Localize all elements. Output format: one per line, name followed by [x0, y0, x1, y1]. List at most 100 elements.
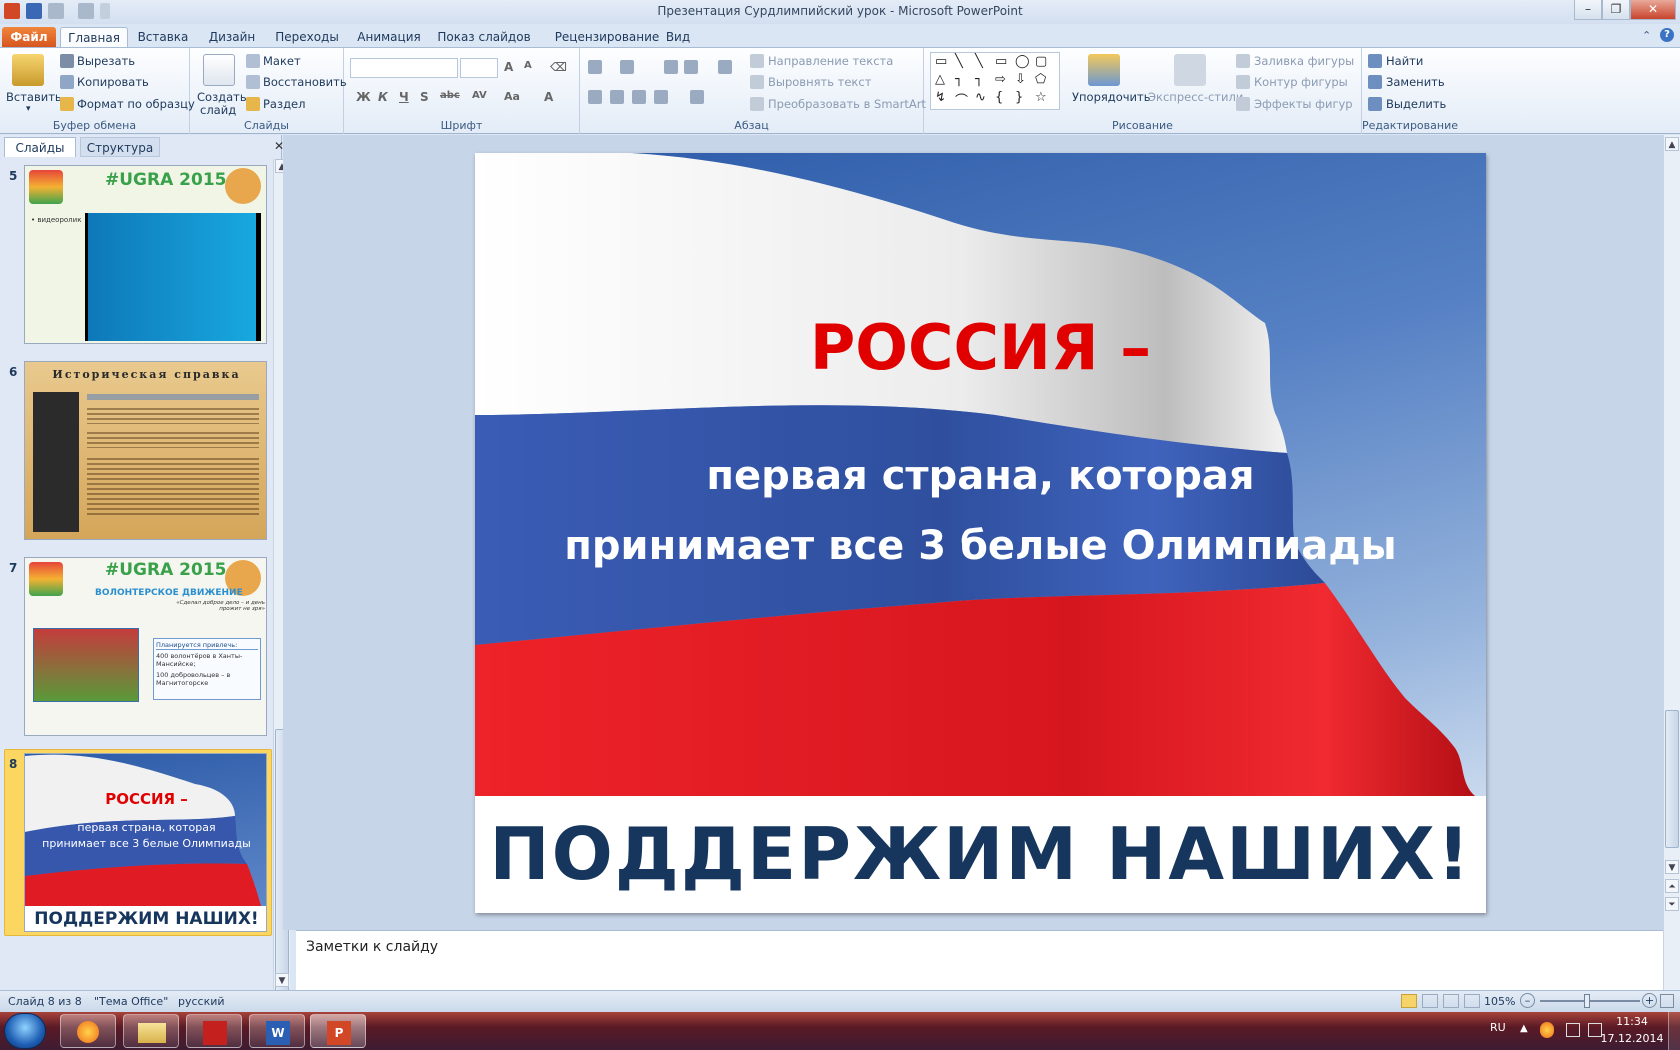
- format-painter-button[interactable]: Формат по образцу: [77, 97, 195, 111]
- tab-slides-pane[interactable]: Слайды: [4, 137, 76, 157]
- zoom-level[interactable]: 105%: [1484, 995, 1515, 1008]
- reset-button[interactable]: Восстановить: [263, 75, 347, 89]
- smartart-button[interactable]: Преобразовать в SmartArt: [768, 97, 926, 111]
- tray-flame-icon[interactable]: [1540, 1022, 1554, 1038]
- paste-dropdown-icon[interactable]: ▾: [26, 104, 31, 114]
- taskbar-word-icon[interactable]: W: [249, 1014, 305, 1048]
- language-indicator[interactable]: русский: [178, 995, 225, 1008]
- scroll-down-arrow[interactable]: ▼: [1665, 860, 1679, 874]
- text-direction-button[interactable]: Направление текста: [768, 54, 893, 68]
- tab-slideshow[interactable]: Показ слайдов: [436, 27, 532, 48]
- shadow-button[interactable]: S: [420, 90, 429, 104]
- slide-thumbnail-5[interactable]: #UGRA 2015 • видеоролик: [24, 165, 267, 344]
- minimize-ribbon-icon[interactable]: ⌃: [1642, 29, 1651, 42]
- notes-scrollbar[interactable]: [1663, 930, 1680, 990]
- taskbar-browser-icon[interactable]: [60, 1014, 116, 1048]
- slide-scrollbar[interactable]: ▲ ▼ ⏶ ⏷: [1663, 135, 1680, 930]
- justify-icon[interactable]: [654, 90, 668, 104]
- zoom-slider-track[interactable]: [1540, 1000, 1640, 1002]
- columns-icon[interactable]: [690, 90, 704, 104]
- close-button[interactable]: ✕: [1630, 0, 1676, 20]
- start-button-icon[interactable]: [4, 1013, 46, 1049]
- tray-expand-icon[interactable]: ▲: [1520, 1023, 1528, 1034]
- clock-time[interactable]: 11:34: [1610, 1015, 1654, 1028]
- zoom-slider-thumb[interactable]: [1584, 994, 1590, 1008]
- paste-button[interactable]: Вставить: [6, 90, 62, 104]
- bold-button[interactable]: Ж: [356, 90, 371, 104]
- taskbar-pdf-icon[interactable]: [186, 1014, 242, 1048]
- select-button[interactable]: Выделить: [1386, 97, 1446, 111]
- tab-transitions[interactable]: Переходы: [272, 27, 342, 48]
- tray-network-icon[interactable]: [1566, 1023, 1580, 1037]
- numbering-icon[interactable]: [620, 60, 634, 74]
- show-desktop-button[interactable]: [1668, 1012, 1680, 1050]
- taskbar-explorer-icon[interactable]: [123, 1014, 179, 1048]
- layout-button[interactable]: Макет: [263, 54, 301, 68]
- decrease-indent-icon[interactable]: [664, 60, 678, 74]
- maximize-button[interactable]: ❐: [1602, 0, 1630, 20]
- zoom-in-button[interactable]: +: [1642, 993, 1657, 1008]
- fit-slide-icon[interactable]: [1660, 994, 1674, 1008]
- slide-sorter-icon[interactable]: [1422, 994, 1438, 1008]
- tab-review[interactable]: Рецензирование: [545, 27, 669, 48]
- new-slide-icon[interactable]: [203, 54, 235, 86]
- normal-view-icon[interactable]: [1401, 994, 1417, 1008]
- shape-effects-button[interactable]: Эффекты фигур: [1254, 97, 1353, 111]
- taskbar-powerpoint-icon[interactable]: P: [310, 1014, 366, 1048]
- tab-insert[interactable]: Вставка: [135, 27, 191, 48]
- arrange-icon[interactable]: [1088, 54, 1120, 86]
- copy-button[interactable]: Копировать: [77, 75, 149, 89]
- minimize-button[interactable]: –: [1574, 0, 1602, 20]
- main-slide[interactable]: РОССИЯ – первая страна, которая принимае…: [475, 153, 1486, 913]
- shapes-gallery[interactable]: ▭ ╲ ╲ ▭ ◯ ▢ △ ┐ ┐ ⇨ ⇩ ⬠ ↯ ⌒ ∿{} ☆: [930, 52, 1060, 110]
- shape-fill-button[interactable]: Заливка фигуры: [1254, 54, 1354, 68]
- reading-view-icon[interactable]: [1443, 994, 1459, 1008]
- section-button[interactable]: Раздел: [263, 97, 305, 111]
- next-slide-button[interactable]: ⏷: [1665, 897, 1679, 911]
- line-spacing-icon[interactable]: [718, 60, 732, 74]
- align-right-icon[interactable]: [632, 90, 646, 104]
- shape-outline-button[interactable]: Контур фигуры: [1254, 75, 1348, 89]
- clock-date[interactable]: 17.12.2014: [1598, 1032, 1666, 1045]
- slideshow-view-icon[interactable]: [1464, 994, 1480, 1008]
- clear-format-icon[interactable]: ⌫: [550, 60, 567, 74]
- italic-button[interactable]: К: [378, 90, 388, 104]
- increase-indent-icon[interactable]: [684, 60, 698, 74]
- scroll-down-arrow[interactable]: ▼: [275, 973, 289, 987]
- keyboard-language[interactable]: RU: [1490, 1021, 1506, 1034]
- shrink-font-icon[interactable]: A: [524, 60, 532, 71]
- tab-design[interactable]: Дизайн: [204, 27, 260, 48]
- arrange-button[interactable]: Упорядочить: [1072, 90, 1151, 104]
- tab-home[interactable]: Главная: [60, 27, 128, 48]
- tab-view[interactable]: Вид: [663, 27, 693, 48]
- slide-counter[interactable]: Слайд 8 из 8: [8, 995, 82, 1008]
- new-slide-button-line2[interactable]: слайд: [200, 103, 236, 117]
- quick-styles-button[interactable]: Экспресс-стили: [1148, 90, 1243, 104]
- slide-thumbnail-6[interactable]: Историческая справка: [24, 361, 267, 540]
- change-case-button[interactable]: Aa: [504, 90, 520, 103]
- font-color-button[interactable]: A: [544, 90, 553, 104]
- theme-name[interactable]: "Тема Office": [94, 995, 168, 1008]
- replace-button[interactable]: Заменить: [1386, 75, 1445, 89]
- align-left-icon[interactable]: [588, 90, 602, 104]
- tab-file[interactable]: Файл: [2, 27, 56, 48]
- tab-animation[interactable]: Анимация: [354, 27, 424, 48]
- notes-pane[interactable]: Заметки к слайду: [296, 930, 1666, 990]
- cut-button[interactable]: Вырезать: [77, 54, 135, 68]
- underline-button[interactable]: Ч: [399, 90, 409, 104]
- paste-icon[interactable]: [12, 54, 44, 86]
- slide-thumbnail-8[interactable]: РОССИЯ – первая страна, которая принимае…: [24, 753, 267, 932]
- strikethrough-button[interactable]: abc: [440, 90, 460, 101]
- quick-styles-icon[interactable]: [1174, 54, 1206, 86]
- previous-slide-button[interactable]: ⏶: [1665, 879, 1679, 893]
- help-icon[interactable]: ?: [1660, 28, 1674, 42]
- align-center-icon[interactable]: [610, 90, 624, 104]
- character-spacing-button[interactable]: AV: [472, 90, 487, 101]
- scroll-thumb[interactable]: [1665, 710, 1679, 848]
- grow-font-icon[interactable]: A: [504, 60, 513, 74]
- font-size-combo[interactable]: [460, 58, 498, 78]
- align-text-button[interactable]: Выровнять текст: [768, 75, 871, 89]
- font-name-combo[interactable]: [350, 58, 458, 78]
- zoom-out-button[interactable]: –: [1520, 993, 1535, 1008]
- find-button[interactable]: Найти: [1386, 54, 1423, 68]
